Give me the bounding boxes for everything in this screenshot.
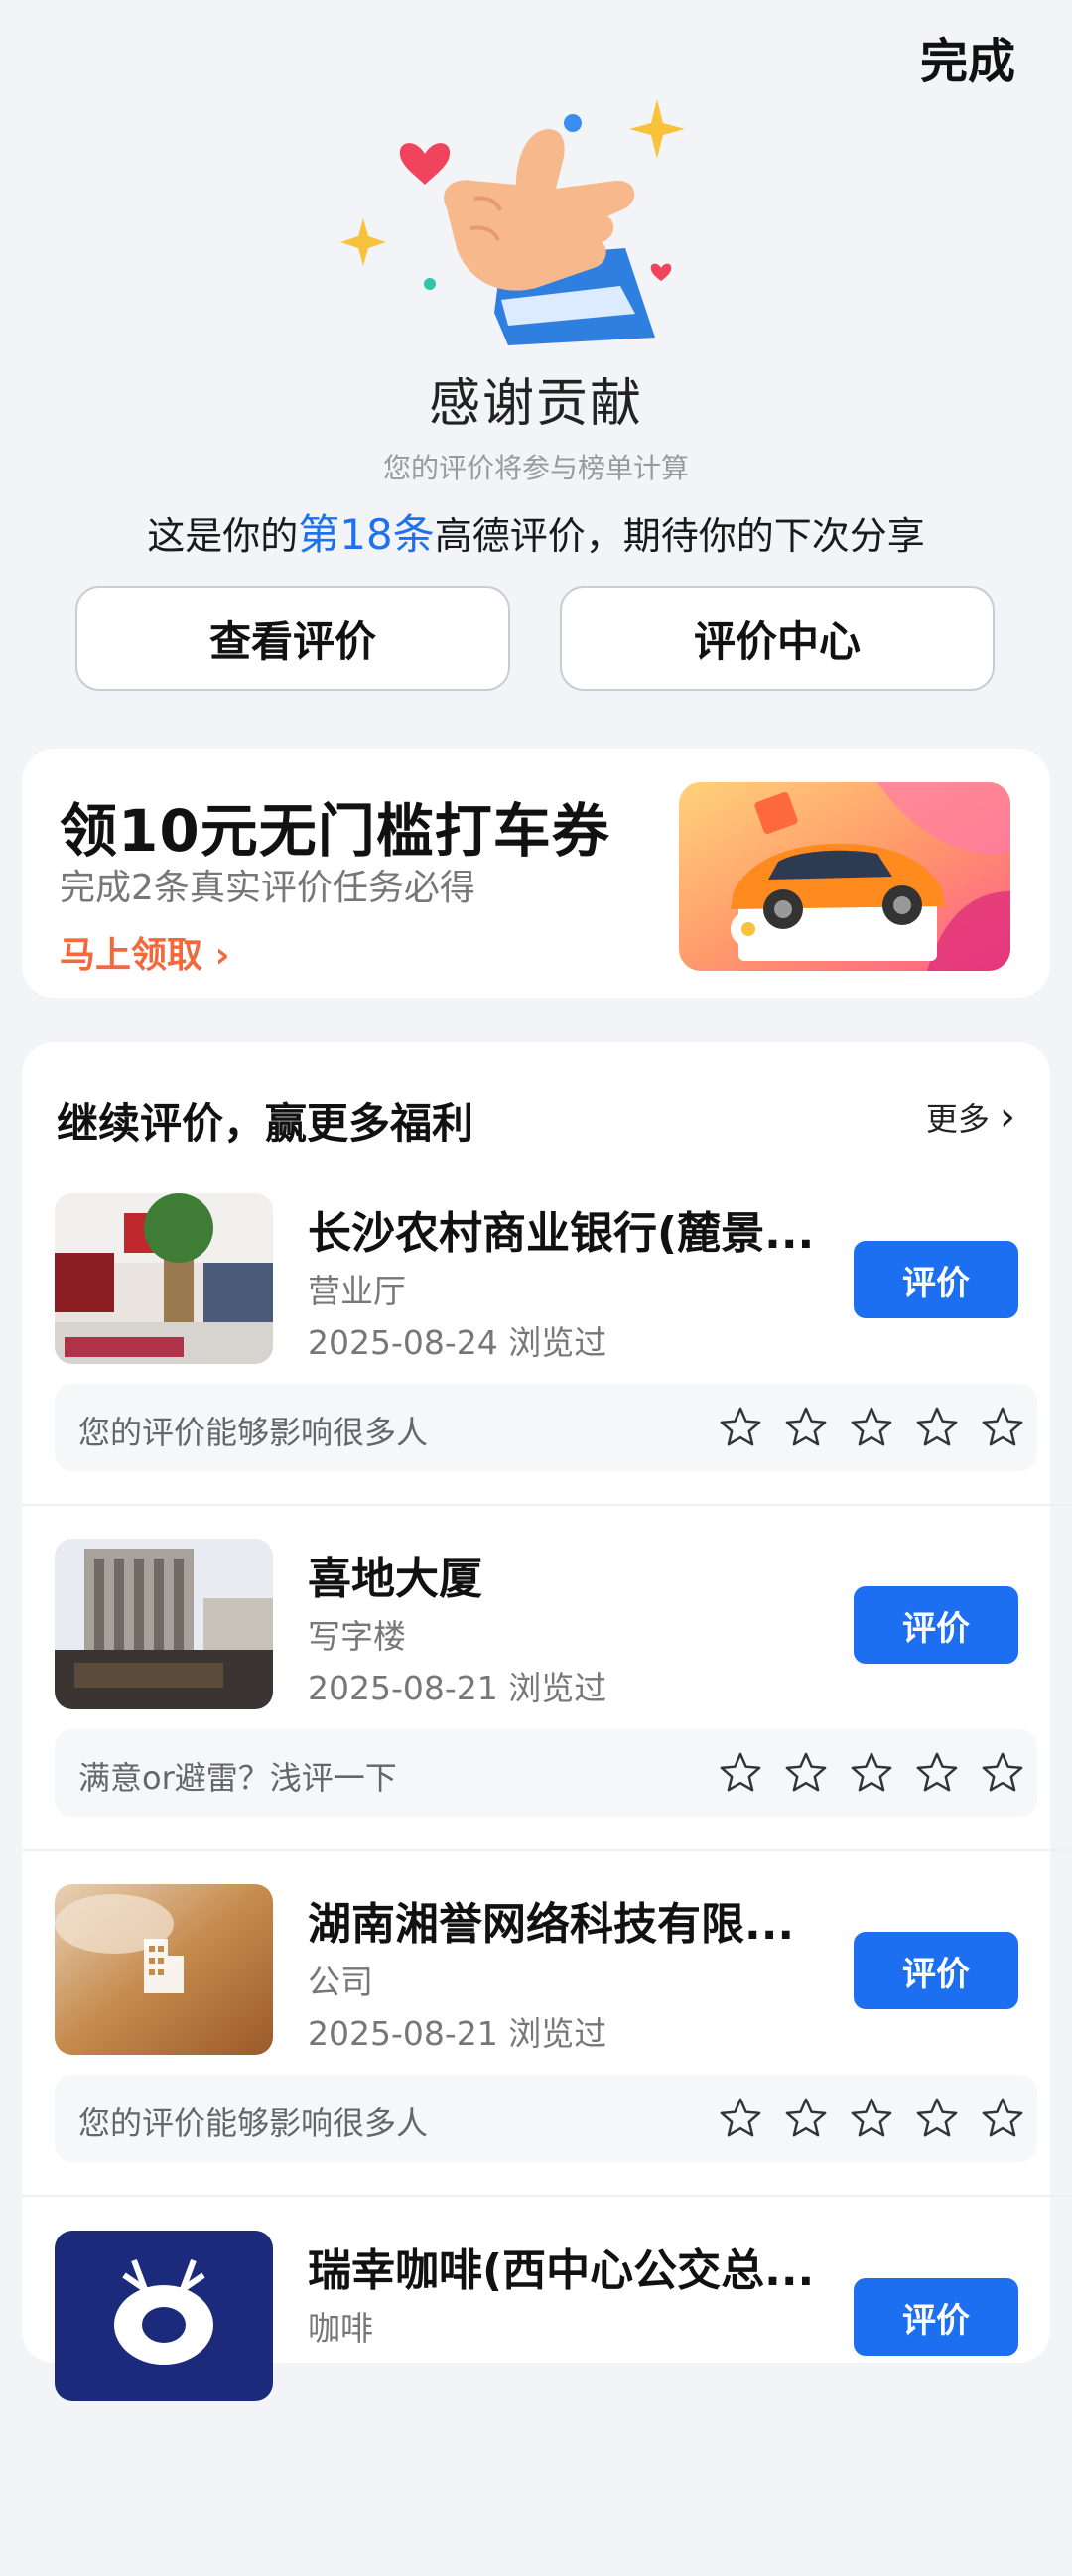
- star-rating[interactable]: [708, 1745, 1035, 1801]
- review-button[interactable]: 评价: [854, 1241, 1018, 1318]
- star-icon[interactable]: [839, 2091, 904, 2146]
- thumbs-up-illustration: [340, 99, 685, 345]
- more-link[interactable]: 更多 ›: [926, 1094, 1015, 1140]
- place-name: 喜地大厦: [308, 1554, 482, 1604]
- rating-box: 满意or避雷？浅评一下: [55, 1729, 1037, 1817]
- thanks-prefix: 这是你的: [147, 514, 299, 558]
- review-button[interactable]: 评价: [854, 2278, 1018, 2356]
- divider: [22, 2195, 1072, 2197]
- star-icon[interactable]: [708, 1745, 773, 1801]
- list-item[interactable]: 瑞幸咖啡(西中心公交总... 咖啡 评价: [22, 2231, 1072, 2576]
- place-category: 营业厅: [308, 1272, 406, 1310]
- star-icon[interactable]: [839, 1745, 904, 1801]
- review-center-button[interactable]: 评价中心: [560, 586, 995, 691]
- star-icon[interactable]: [708, 2091, 773, 2146]
- done-button[interactable]: 完成: [920, 22, 1015, 91]
- section-title: 继续评价，赢更多福利: [57, 1099, 474, 1148]
- place-name: 瑞幸咖啡(西中心公交总...: [308, 2245, 815, 2296]
- review-count: 第18条: [298, 510, 435, 559]
- chevron-right-icon: ›: [214, 935, 230, 976]
- thanks-message: 这是你的第18条高德评价，期待你的下次分享: [0, 501, 1072, 562]
- continue-review-card: 继续评价，赢更多福利 更多 › 长沙农村商业银行(麓景... 营业厅 2025-…: [22, 1042, 1072, 2401]
- list-item[interactable]: 长沙农村商业银行(麓景... 营业厅 2025-08-24 浏览过 评价 您的评…: [22, 1193, 1072, 1539]
- star-rating[interactable]: [708, 1400, 1035, 1455]
- browse-date: 2025-08-24 浏览过: [308, 1323, 607, 1362]
- review-button[interactable]: 评价: [854, 1586, 1018, 1664]
- rating-hint: 您的评价能够影响很多人: [78, 1414, 429, 1451]
- page-title: 感谢贡献: [428, 374, 643, 434]
- place-thumbnail: [55, 1884, 273, 2055]
- rating-hint: 您的评价能够影响很多人: [78, 2104, 429, 2142]
- promo-title: 领10元无门槛打车券: [60, 797, 610, 865]
- more-label: 更多: [925, 1100, 990, 1138]
- chevron-right-icon: ›: [1000, 1094, 1015, 1140]
- list-item[interactable]: 湖南湘誉网络科技有限... 公司 2025-08-21 浏览过 评价 您的评价能…: [22, 1884, 1072, 2230]
- place-category: 写字楼: [308, 1617, 406, 1656]
- place-thumbnail: [55, 1539, 273, 1709]
- star-icon[interactable]: [904, 2091, 970, 2146]
- view-review-button[interactable]: 查看评价: [75, 586, 510, 691]
- place-category: 咖啡: [308, 2309, 373, 2348]
- star-icon[interactable]: [904, 1400, 970, 1455]
- rating-hint: 满意or避雷？浅评一下: [78, 1759, 397, 1797]
- star-icon[interactable]: [773, 2091, 839, 2146]
- rating-box: 您的评价能够影响很多人: [55, 2075, 1037, 2162]
- divider: [22, 1849, 1072, 1851]
- browse-date: 2025-08-21 浏览过: [308, 1669, 607, 1707]
- review-button[interactable]: 评价: [854, 1932, 1018, 2009]
- browse-date: 2025-08-21 浏览过: [308, 2014, 607, 2053]
- place-name: 长沙农村商业银行(麓景...: [308, 1208, 815, 1259]
- list-item[interactable]: 喜地大厦 写字楼 2025-08-21 浏览过 评价 满意or避雷？浅评一下: [22, 1539, 1072, 1884]
- promo-subtitle: 完成2条真实评价任务必得: [60, 868, 475, 908]
- star-rating[interactable]: [708, 2091, 1035, 2146]
- star-icon[interactable]: [708, 1400, 773, 1455]
- promo-card[interactable]: 领10元无门槛打车券 完成2条真实评价任务必得 马上领取 ›: [22, 749, 1050, 998]
- star-icon[interactable]: [970, 1745, 1035, 1801]
- rating-box: 您的评价能够影响很多人: [55, 1384, 1037, 1471]
- divider: [22, 1504, 1072, 1506]
- promo-claim-link[interactable]: 马上领取 ›: [60, 926, 229, 978]
- place-thumbnail: [55, 1193, 273, 1364]
- place-name: 湖南湘誉网络科技有限...: [308, 1899, 795, 1950]
- thanks-suffix: 高德评价，期待你的下次分享: [434, 514, 925, 558]
- star-icon[interactable]: [904, 1745, 970, 1801]
- subtitle: 您的评价将参与榜单计算: [382, 452, 689, 484]
- promo-car-image: [679, 782, 1010, 971]
- place-category: 公司: [308, 1963, 373, 2001]
- star-icon[interactable]: [773, 1400, 839, 1455]
- star-icon[interactable]: [970, 2091, 1035, 2146]
- star-icon[interactable]: [839, 1400, 904, 1455]
- star-icon[interactable]: [773, 1745, 839, 1801]
- promo-link-label: 马上领取: [60, 935, 203, 976]
- star-icon[interactable]: [970, 1400, 1035, 1455]
- place-thumbnail: [55, 2231, 273, 2401]
